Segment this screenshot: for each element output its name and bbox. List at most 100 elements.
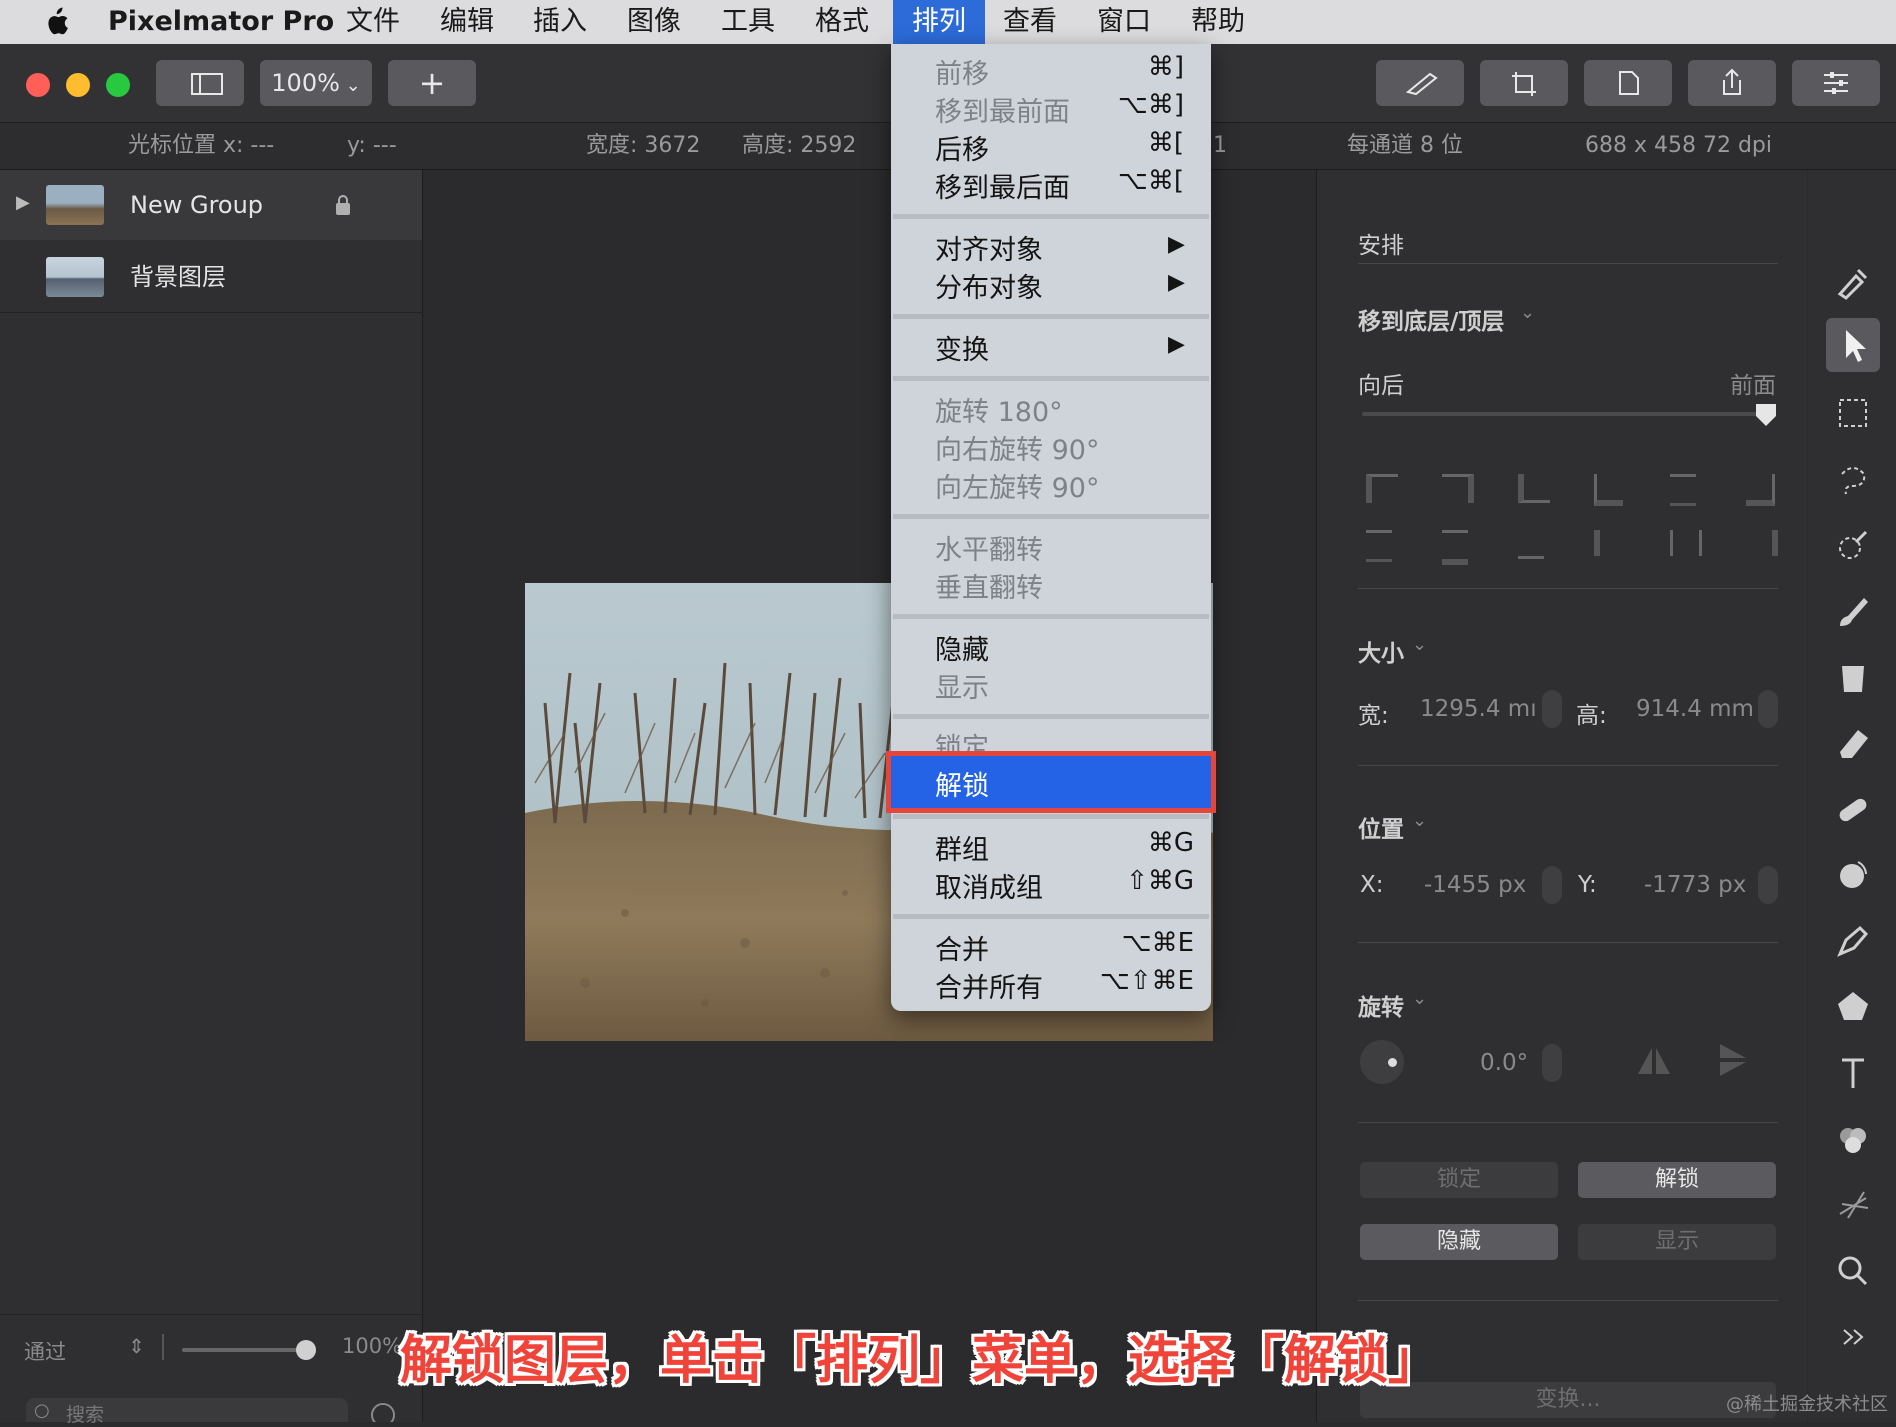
effects-tool-icon[interactable] bbox=[1826, 1178, 1880, 1232]
menu-item-flip-horizontal[interactable]: 水平翻转 bbox=[935, 528, 1043, 567]
hide-button[interactable]: 隐藏 bbox=[1360, 1224, 1558, 1260]
menu-item-transform[interactable]: 变换 bbox=[935, 328, 989, 367]
distribute-vcenter-icon[interactable] bbox=[1442, 530, 1468, 565]
menu-item-flip-vertical[interactable]: 垂直翻转 bbox=[935, 566, 1043, 605]
menu-item-unlock[interactable]: 解锁 bbox=[886, 751, 1216, 813]
lock-icon[interactable] bbox=[334, 194, 352, 216]
menu-insert[interactable]: 插入 bbox=[533, 0, 587, 44]
share-button[interactable] bbox=[1688, 60, 1776, 106]
menu-item-distribute-objects[interactable]: 分布对象 bbox=[935, 266, 1043, 305]
unlock-button[interactable]: 解锁 bbox=[1578, 1162, 1776, 1198]
y-stepper[interactable] bbox=[1758, 866, 1778, 904]
add-button[interactable]: + bbox=[388, 60, 476, 106]
menu-item-ungroup[interactable]: 取消成组 bbox=[935, 866, 1043, 905]
layer-row-new-group[interactable]: ▶ New Group bbox=[0, 170, 422, 240]
zoom-tool-icon[interactable] bbox=[1826, 1244, 1880, 1298]
menu-item-align-objects[interactable]: 对齐对象 bbox=[935, 228, 1043, 267]
paint-bucket-icon[interactable] bbox=[1826, 650, 1880, 704]
crop-button[interactable] bbox=[1480, 60, 1568, 106]
color-adjust-icon[interactable] bbox=[1826, 1112, 1880, 1166]
align-left-icon[interactable] bbox=[1594, 474, 1623, 506]
menu-arrange[interactable]: 排列 bbox=[893, 0, 985, 44]
height-field[interactable]: 914.4 mm bbox=[1636, 696, 1754, 722]
align-top-icon[interactable] bbox=[1366, 474, 1398, 503]
width-stepper[interactable] bbox=[1542, 690, 1562, 728]
chevron-down-icon[interactable]: ⌄ bbox=[1520, 302, 1535, 323]
order-slider[interactable] bbox=[1362, 412, 1768, 416]
menu-item-merge[interactable]: 合并 bbox=[935, 928, 989, 967]
repair-tool-icon[interactable] bbox=[1826, 782, 1880, 836]
zoom-dropdown[interactable]: 100% ⌄ bbox=[260, 60, 372, 106]
opacity-slider[interactable] bbox=[182, 1348, 308, 1352]
menu-item-bring-forward[interactable]: 前移 bbox=[935, 52, 989, 91]
distort-tool-icon[interactable] bbox=[1826, 848, 1880, 902]
chevron-down-icon[interactable]: ⌄ bbox=[1412, 634, 1427, 655]
text-tool-icon[interactable] bbox=[1826, 1046, 1880, 1100]
rotation-stepper[interactable] bbox=[1542, 1044, 1562, 1082]
menu-view[interactable]: 查看 bbox=[1003, 0, 1057, 44]
order-slider-knob[interactable] bbox=[1754, 402, 1778, 428]
minimize-window-button[interactable] bbox=[66, 73, 90, 97]
rotation-field[interactable]: 0.0° bbox=[1480, 1050, 1528, 1076]
distribute-top-icon[interactable] bbox=[1366, 530, 1392, 562]
close-window-button[interactable] bbox=[26, 73, 50, 97]
distribute-hcenter-icon[interactable] bbox=[1670, 530, 1702, 556]
rotation-section-header[interactable]: 旋转 bbox=[1358, 988, 1404, 1022]
distribute-right-icon[interactable] bbox=[1746, 530, 1778, 556]
menu-item-merge-all[interactable]: 合并所有 bbox=[935, 966, 1043, 1005]
menu-file[interactable]: 文件 bbox=[346, 0, 400, 44]
y-field[interactable]: -1773 px bbox=[1644, 872, 1746, 898]
opacity-slider-knob[interactable] bbox=[296, 1340, 316, 1360]
sidebar-toggle-button[interactable] bbox=[156, 60, 244, 106]
menu-item-group[interactable]: 群组 bbox=[935, 828, 989, 867]
menu-item-rotate-right-90[interactable]: 向右旋转 90° bbox=[935, 428, 1099, 467]
paint-brush-icon[interactable] bbox=[1826, 584, 1880, 638]
shape-tool-icon[interactable] bbox=[1826, 980, 1880, 1034]
blend-mode-select[interactable]: 通过 bbox=[24, 1336, 66, 1366]
format-tools-button[interactable] bbox=[1376, 60, 1464, 106]
chevron-down-icon[interactable]: ⌄ bbox=[1412, 810, 1427, 831]
order-section-header[interactable]: 移到底层/顶层 bbox=[1358, 302, 1504, 336]
pen-tool-icon[interactable] bbox=[1826, 914, 1880, 968]
rotation-dial[interactable] bbox=[1360, 1040, 1404, 1084]
disclosure-triangle-icon[interactable]: ▶ bbox=[16, 192, 30, 213]
flip-horizontal-icon[interactable] bbox=[1634, 1044, 1674, 1080]
menu-tools[interactable]: 工具 bbox=[721, 0, 775, 44]
menu-image[interactable]: 图像 bbox=[627, 0, 681, 44]
menu-app-name[interactable]: Pixelmator Pro bbox=[108, 0, 334, 44]
width-field[interactable]: 1295.4 mı bbox=[1420, 696, 1537, 722]
menu-edit[interactable]: 编辑 bbox=[440, 0, 494, 44]
search-input[interactable]: ○ 搜索 bbox=[26, 1398, 348, 1426]
style-tool-icon[interactable] bbox=[1826, 254, 1880, 308]
menu-item-rotate-180[interactable]: 旋转 180° bbox=[935, 390, 1063, 429]
more-tools-icon[interactable] bbox=[1826, 1310, 1880, 1364]
menu-item-send-backward[interactable]: 后移 bbox=[935, 128, 989, 167]
lasso-tool-icon[interactable] bbox=[1826, 452, 1880, 506]
distribute-bottom-icon[interactable] bbox=[1518, 530, 1544, 559]
menu-window[interactable]: 窗口 bbox=[1097, 0, 1151, 44]
chevron-down-icon[interactable]: ⌄ bbox=[1412, 988, 1427, 1009]
height-stepper[interactable] bbox=[1758, 690, 1778, 728]
x-field[interactable]: -1455 px bbox=[1424, 872, 1526, 898]
menu-item-hide[interactable]: 隐藏 bbox=[935, 628, 989, 667]
selection-tool-icon[interactable] bbox=[1826, 386, 1880, 440]
align-vcenter-icon[interactable] bbox=[1442, 474, 1474, 503]
flip-vertical-icon[interactable] bbox=[1714, 1040, 1754, 1080]
apple-icon[interactable] bbox=[42, 6, 70, 38]
magic-selection-icon[interactable] bbox=[1826, 518, 1880, 572]
align-right-icon[interactable] bbox=[1746, 474, 1775, 506]
show-button[interactable]: 显示 bbox=[1578, 1224, 1776, 1260]
distribute-left-icon[interactable] bbox=[1594, 530, 1626, 556]
zoom-window-button[interactable] bbox=[106, 73, 130, 97]
filter-icon[interactable] bbox=[370, 1402, 396, 1422]
opacity-value[interactable]: 100% bbox=[342, 1334, 402, 1358]
adjustments-button[interactable] bbox=[1792, 60, 1880, 106]
position-section-header[interactable]: 位置 bbox=[1358, 810, 1404, 844]
menu-format[interactable]: 格式 bbox=[815, 0, 869, 44]
menu-item-show[interactable]: 显示 bbox=[935, 666, 989, 705]
arrange-tool-button[interactable] bbox=[1826, 318, 1880, 372]
layer-row-background[interactable]: 背景图层 bbox=[0, 242, 422, 312]
size-section-header[interactable]: 大小 bbox=[1358, 634, 1404, 668]
lock-button[interactable]: 锁定 bbox=[1360, 1162, 1558, 1198]
eraser-icon[interactable] bbox=[1826, 716, 1880, 770]
